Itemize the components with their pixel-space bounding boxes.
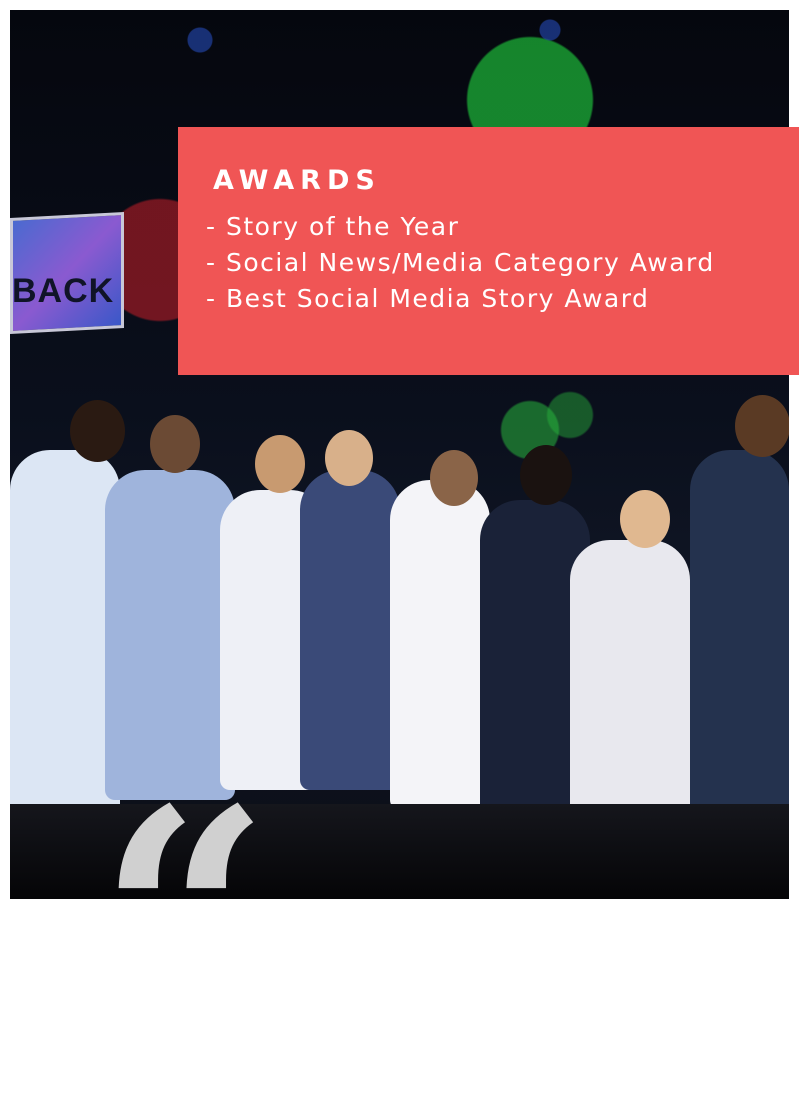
awards-title: AWARDS: [213, 165, 381, 196]
award-item: - Story of the Year: [206, 212, 460, 241]
performer-head: [325, 430, 373, 486]
performer-head: [620, 490, 670, 548]
award-item: - Social News/Media Category Award: [206, 248, 715, 277]
performer-head: [430, 450, 478, 506]
performer-head: [150, 415, 200, 473]
performer: [690, 450, 789, 830]
performer-head: [520, 445, 572, 505]
performer: [300, 470, 400, 790]
awards-panel: AWARDS - Story of the Year - Social News…: [178, 127, 799, 375]
award-item: - Best Social Media Story Award: [206, 284, 650, 313]
awards-list: - Story of the Year - Social News/Media …: [206, 209, 715, 317]
performer: [570, 540, 690, 830]
performer-head: [70, 400, 125, 462]
stage-sign-text: BACK: [12, 272, 115, 310]
quote-icon: “: [98, 743, 271, 1096]
performer-head: [735, 395, 789, 457]
performer-head: [255, 435, 305, 493]
performer: [390, 480, 490, 810]
